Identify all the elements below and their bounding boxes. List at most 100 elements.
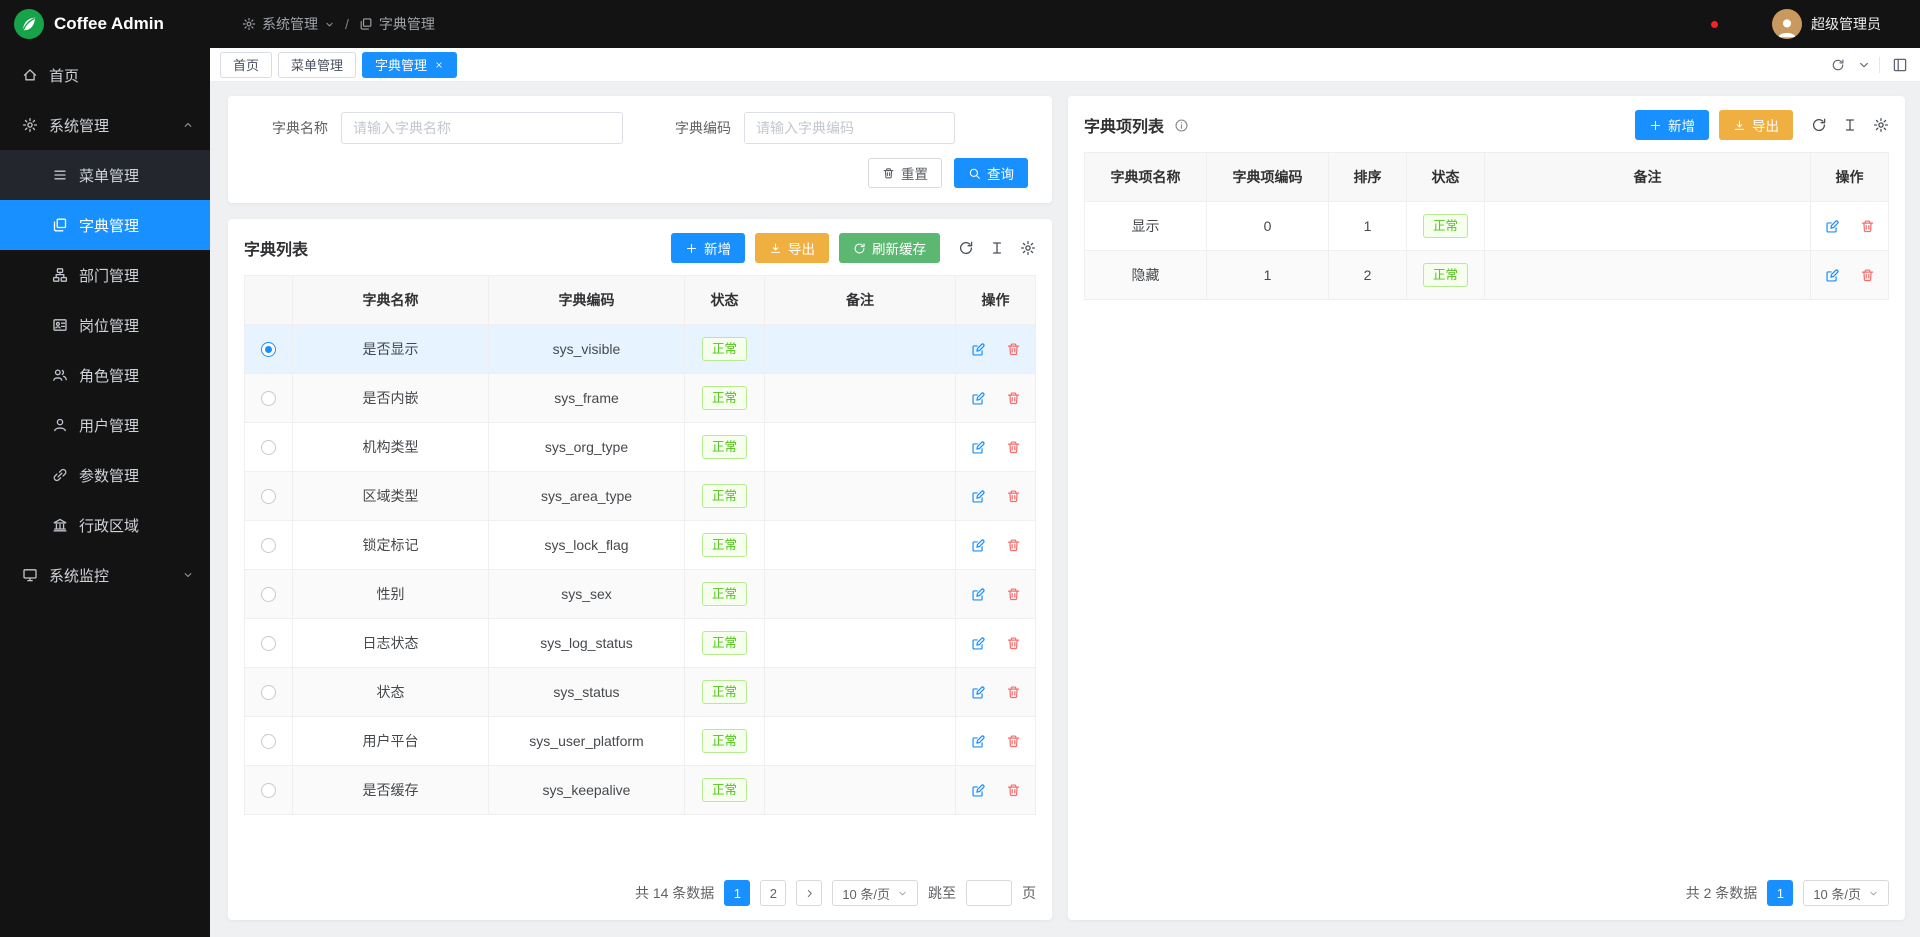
- search-icon: [968, 167, 981, 180]
- reset-button[interactable]: 重置: [868, 158, 942, 188]
- refresh-cache-button[interactable]: 刷新缓存: [839, 233, 940, 263]
- page-button-2[interactable]: 2: [760, 880, 786, 906]
- table-row[interactable]: 日志状态sys_log_status正常: [245, 619, 1036, 668]
- sidebar-item-system-monitor[interactable]: 系统监控: [0, 550, 210, 600]
- edit-icon[interactable]: [971, 783, 986, 798]
- add-dict-button[interactable]: 新增: [671, 233, 745, 263]
- sidebar-item-user-management[interactable]: 用户管理: [0, 400, 210, 450]
- trash-icon[interactable]: [1006, 636, 1021, 651]
- edit-icon[interactable]: [1825, 268, 1840, 283]
- edit-icon[interactable]: [971, 440, 986, 455]
- row-radio[interactable]: [261, 734, 276, 749]
- edit-icon[interactable]: [1825, 219, 1840, 234]
- trash-icon[interactable]: [1006, 440, 1021, 455]
- column-height-icon[interactable]: [1842, 117, 1858, 133]
- table-row[interactable]: 区域类型sys_area_type正常: [245, 472, 1036, 521]
- table-row[interactable]: 机构类型sys_org_type正常: [245, 423, 1036, 472]
- trash-icon[interactable]: [1860, 268, 1875, 283]
- trash-icon[interactable]: [1006, 783, 1021, 798]
- export-dict-button[interactable]: 导出: [755, 233, 829, 263]
- edit-icon[interactable]: [971, 538, 986, 553]
- table-row[interactable]: 是否内嵌sys_frame正常: [245, 374, 1036, 423]
- dict-name-cell: 区域类型: [293, 472, 489, 521]
- jump-label: 跳至: [928, 883, 956, 903]
- breadcrumb-item-0[interactable]: 系统管理: [242, 14, 335, 34]
- row-radio[interactable]: [261, 783, 276, 798]
- table-row[interactable]: 锁定标记sys_lock_flag正常: [245, 521, 1036, 570]
- refresh-icon[interactable]: [1831, 58, 1845, 72]
- row-radio[interactable]: [261, 685, 276, 700]
- tab-0[interactable]: 首页: [220, 52, 272, 78]
- settings-icon[interactable]: [1020, 240, 1036, 256]
- remark-cell: [765, 717, 956, 766]
- edit-icon[interactable]: [971, 734, 986, 749]
- table-row[interactable]: 隐藏12正常: [1085, 251, 1889, 300]
- sidebar-item-admin-region[interactable]: 行政区域: [0, 500, 210, 550]
- sidebar-item-param-management[interactable]: 参数管理: [0, 450, 210, 500]
- query-button[interactable]: 查询: [954, 158, 1028, 188]
- refresh-icon[interactable]: [1811, 117, 1827, 133]
- chevron-down-icon[interactable]: [1857, 58, 1871, 72]
- avatar[interactable]: [1772, 9, 1802, 39]
- edit-icon[interactable]: [971, 587, 986, 602]
- sidebar-item-dict-management[interactable]: 字典管理: [0, 200, 210, 250]
- trash-icon[interactable]: [1860, 219, 1875, 234]
- edit-icon[interactable]: [971, 685, 986, 700]
- next-page-button[interactable]: [796, 880, 822, 906]
- table-row[interactable]: 性别sys_sex正常: [245, 570, 1036, 619]
- trash-icon[interactable]: [1006, 734, 1021, 749]
- row-radio[interactable]: [261, 538, 276, 553]
- export-dict-item-button[interactable]: 导出: [1719, 110, 1793, 140]
- breadcrumb-item-1[interactable]: 字典管理: [359, 14, 435, 34]
- page-button-1[interactable]: 1: [724, 880, 750, 906]
- table-row[interactable]: 显示01正常: [1085, 202, 1889, 251]
- edit-icon[interactable]: [971, 636, 986, 651]
- sidebar-item-system-management[interactable]: 系统管理: [0, 100, 210, 150]
- page-size-select[interactable]: 10 条/页: [1803, 880, 1889, 906]
- add-dict-item-button[interactable]: 新增: [1635, 110, 1709, 140]
- sidebar-item-post-management[interactable]: 岗位管理: [0, 300, 210, 350]
- dict-code-input[interactable]: [744, 112, 955, 144]
- tab-2[interactable]: 字典管理: [362, 52, 457, 78]
- plus-icon: [685, 242, 698, 255]
- row-radio[interactable]: [261, 587, 276, 602]
- table-row[interactable]: 是否显示sys_visible正常: [245, 325, 1036, 374]
- sidebar: Coffee Admin 首页系统管理菜单管理字典管理部门管理岗位管理角色管理用…: [0, 0, 210, 937]
- sidebar-item-menu-management[interactable]: 菜单管理: [0, 150, 210, 200]
- trash-icon[interactable]: [1006, 685, 1021, 700]
- tab-1[interactable]: 菜单管理: [278, 52, 356, 78]
- dict-name-cell: 状态: [293, 668, 489, 717]
- content-fullscreen-icon[interactable]: [1879, 57, 1908, 73]
- info-icon[interactable]: [1174, 118, 1189, 133]
- edit-icon[interactable]: [971, 489, 986, 504]
- page-size-select[interactable]: 10 条/页: [832, 880, 918, 906]
- trash-icon[interactable]: [1006, 538, 1021, 553]
- column-height-icon[interactable]: [989, 240, 1005, 256]
- app-logo[interactable]: Coffee Admin: [0, 0, 210, 48]
- sidebar-item-role-management[interactable]: 角色管理: [0, 350, 210, 400]
- edit-icon[interactable]: [971, 342, 986, 357]
- row-radio[interactable]: [261, 342, 276, 357]
- dict-name-cell: 是否缓存: [293, 766, 489, 815]
- row-radio[interactable]: [261, 440, 276, 455]
- row-radio[interactable]: [261, 636, 276, 651]
- jump-page-input[interactable]: [966, 880, 1012, 906]
- row-radio[interactable]: [261, 391, 276, 406]
- status-badge: 正常: [702, 680, 747, 704]
- page-button-1[interactable]: 1: [1767, 880, 1793, 906]
- trash-icon[interactable]: [1006, 489, 1021, 504]
- trash-icon[interactable]: [1006, 342, 1021, 357]
- sidebar-item-dept-management[interactable]: 部门管理: [0, 250, 210, 300]
- row-radio[interactable]: [261, 489, 276, 504]
- trash-icon[interactable]: [1006, 587, 1021, 602]
- settings-icon[interactable]: [1873, 117, 1889, 133]
- close-icon[interactable]: [434, 60, 444, 70]
- refresh-icon[interactable]: [958, 240, 974, 256]
- trash-icon[interactable]: [1006, 391, 1021, 406]
- dict-name-input[interactable]: [341, 112, 623, 144]
- table-row[interactable]: 用户平台sys_user_platform正常: [245, 717, 1036, 766]
- table-row[interactable]: 是否缓存sys_keepalive正常: [245, 766, 1036, 815]
- sidebar-item-home[interactable]: 首页: [0, 50, 210, 100]
- table-row[interactable]: 状态sys_status正常: [245, 668, 1036, 717]
- edit-icon[interactable]: [971, 391, 986, 406]
